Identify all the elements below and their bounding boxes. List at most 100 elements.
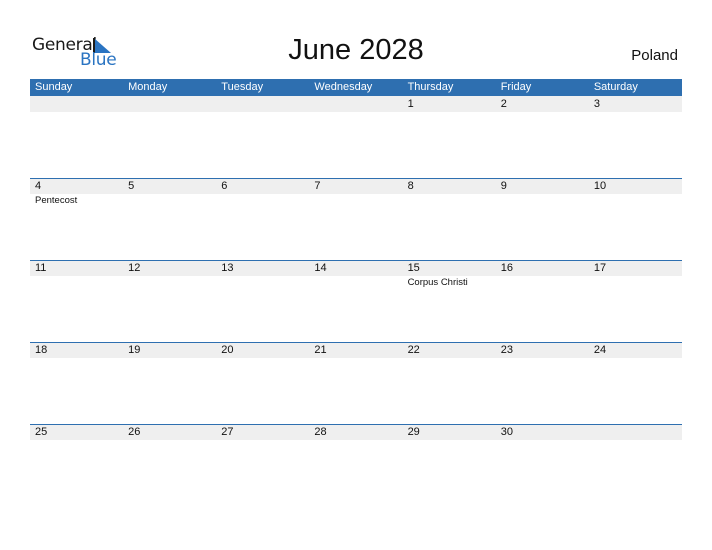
holiday-label [589,276,682,288]
holiday-label [216,194,309,206]
holiday-label [496,440,589,441]
holiday-label [496,276,589,288]
holiday-label [123,276,216,288]
calendar-title: June 2028 [288,34,424,66]
weekday-saturday: Saturday [593,81,638,93]
day-number: 9 [500,180,507,192]
day-number: 28 [314,426,327,438]
country-label: Poland [631,47,678,64]
events-row [30,440,682,441]
day-number: 5 [128,180,135,192]
day-number: 3 [593,98,600,110]
day-number: 1 [407,98,414,110]
holiday-label [30,440,123,441]
weekday-monday: Monday [128,81,168,93]
holiday-label [216,440,309,441]
week-row: 18 19 20 21 22 23 24 [30,342,682,423]
day-number: 29 [407,426,420,438]
day-number: 20 [221,344,234,356]
holiday-label [309,276,402,288]
week-row: 11 12 13 14 15 16 17 Corpus Christi [30,260,682,341]
holiday-label [123,112,216,113]
day-number: 22 [407,344,420,356]
day-number: 30 [500,426,513,438]
day-number [30,96,123,112]
day-number: 17 [593,262,607,274]
date-strip: 25 26 27 28 29 30 [30,424,682,440]
holiday-label [309,112,402,113]
week-row: 4 5 6 7 8 9 10 Pentecost [30,178,682,259]
holiday-label [123,440,216,441]
day-number: 11 [35,262,47,274]
holiday-label [309,358,402,359]
holiday-label [403,358,496,359]
holiday-label [403,112,496,113]
holiday-label [30,276,123,288]
week-divider [30,178,682,179]
holiday-label: Corpus Christi [407,277,468,288]
day-number: 15 [407,262,420,274]
day-number: 16 [500,262,513,274]
events-row [30,112,682,113]
holiday-label [216,276,309,288]
events-row: Pentecost [30,194,682,206]
day-number: 10 [593,180,607,192]
holiday-label: Pentecost [35,195,78,206]
day-number: 13 [221,262,234,274]
day-number: 6 [221,180,228,192]
day-number: 7 [314,180,321,192]
day-number: 14 [314,262,327,274]
holiday-label [589,358,682,359]
calendar-grid: Sunday Monday Tuesday Wednesday Thursday… [30,79,682,505]
day-number [216,96,309,112]
holiday-label [30,358,123,359]
day-number: 24 [593,344,607,356]
holiday-label [496,194,589,206]
day-number: 4 [35,180,42,192]
holiday-label [589,112,682,113]
day-number [589,424,682,440]
day-number: 18 [35,344,48,356]
holiday-label [123,358,216,359]
week-row: 1 2 3 [30,96,682,177]
holiday-label [403,194,496,206]
holiday-label [309,440,402,441]
holiday-label [30,112,123,113]
day-number: 26 [128,426,141,438]
day-number: 2 [500,98,507,110]
holiday-label [309,194,402,206]
holiday-label [123,194,216,206]
date-strip: 11 12 13 14 15 16 17 [30,260,682,276]
date-strip: 18 19 20 21 22 23 24 [30,342,682,358]
day-number: 21 [314,344,327,356]
holiday-label [589,194,682,206]
holiday-label [496,112,589,113]
weekday-wednesday: Wednesday [314,81,373,93]
events-row [30,358,682,359]
day-number: 19 [128,344,141,356]
day-number: 27 [221,426,234,438]
week-row: 25 26 27 28 29 30 [30,424,682,505]
day-number: 25 [35,426,48,438]
holiday-label [216,358,309,359]
weekday-friday: Friday [500,81,532,93]
holiday-label [403,440,496,441]
weekday-sunday: Sunday [35,81,73,93]
date-strip: 1 2 3 [30,96,682,112]
date-strip: 4 5 6 7 8 9 10 [30,178,682,194]
weekday-thursday: Thursday [407,81,454,93]
week-divider [30,260,682,261]
day-number: 12 [128,262,141,274]
week-divider [30,342,682,343]
weekday-tuesday: Tuesday [221,81,264,93]
holiday-label [496,358,589,359]
holiday-label [216,112,309,113]
day-number [123,96,216,112]
day-number [309,96,402,112]
events-row: Corpus Christi [30,276,682,288]
week-divider [30,424,682,425]
day-number: 23 [500,344,513,356]
holiday-label [589,440,682,441]
weekday-header: Sunday Monday Tuesday Wednesday Thursday… [30,79,682,96]
day-number: 8 [407,180,414,192]
